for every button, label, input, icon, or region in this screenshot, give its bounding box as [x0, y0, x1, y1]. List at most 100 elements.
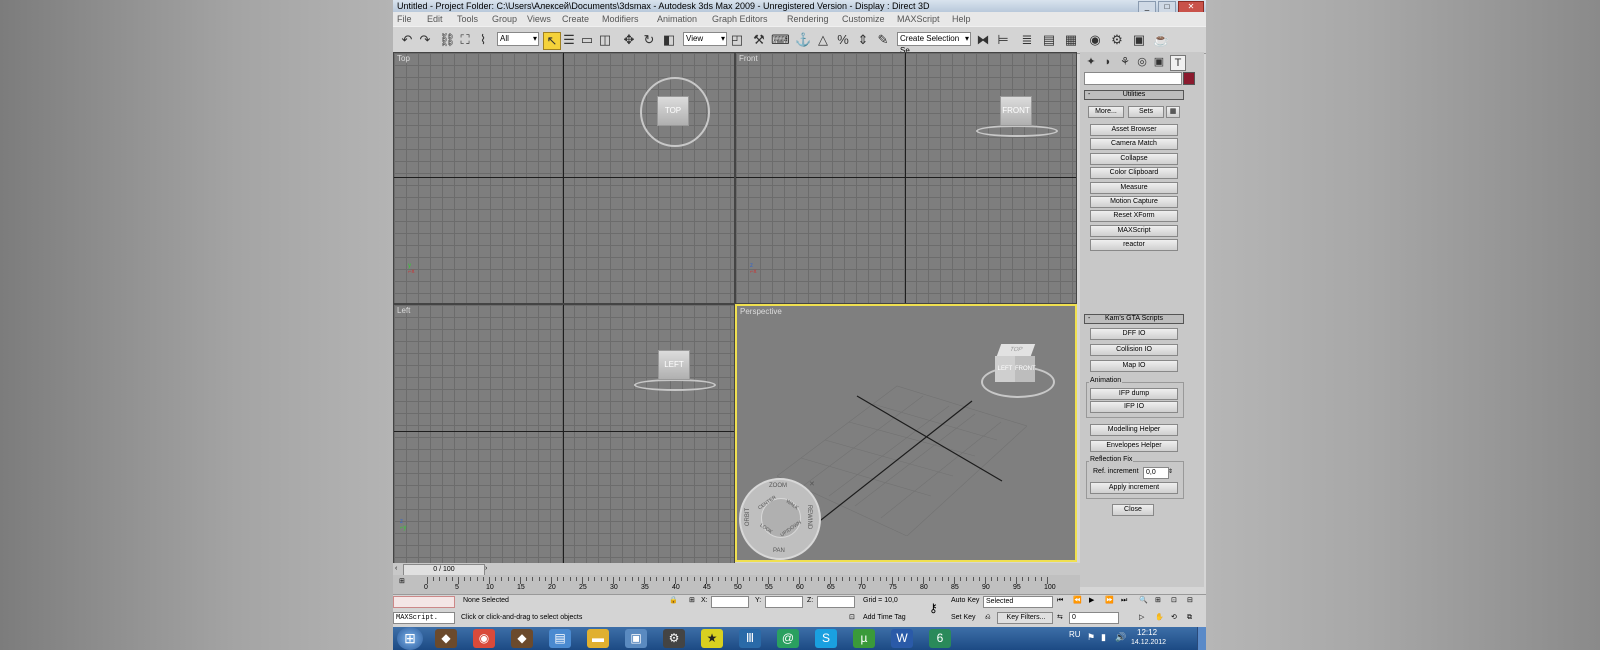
- next-frame-icon[interactable]: ›: [485, 564, 487, 574]
- time-tag-icon[interactable]: ⊡: [849, 613, 855, 623]
- object-color-swatch[interactable]: [1183, 72, 1195, 85]
- utility-button[interactable]: Collision IO: [1090, 344, 1178, 356]
- gta-taskbar-icon[interactable]: ◆: [435, 629, 457, 648]
- selection-filter-select[interactable]: All: [497, 32, 539, 46]
- folder-taskbar-icon[interactable]: ▬: [587, 629, 609, 648]
- clock-date[interactable]: 14.12.2012: [1131, 638, 1166, 648]
- configure-sets-icon[interactable]: ▦: [1166, 106, 1180, 118]
- mirror-icon[interactable]: ⧓: [975, 32, 991, 48]
- key-mode-select[interactable]: Selected: [983, 596, 1053, 608]
- menu-item[interactable]: Group: [492, 12, 517, 26]
- select-manipulate-icon[interactable]: ⚒: [751, 32, 767, 48]
- wheel-pan[interactable]: PAN: [773, 548, 785, 554]
- select-object-icon[interactable]: ↖: [543, 32, 561, 50]
- y-coordinate-input[interactable]: [765, 596, 803, 608]
- zoom-extents-all-icon[interactable]: ⊟: [1187, 596, 1193, 606]
- prev-frame-icon[interactable]: ‹: [395, 564, 397, 574]
- gta-rollout-header[interactable]: Kam's GTA Scripts: [1084, 314, 1184, 324]
- hierarchy-tab-icon[interactable]: ⚘: [1118, 55, 1132, 69]
- zoom-icon[interactable]: 🔍: [1139, 596, 1148, 606]
- menu-item[interactable]: Edit: [427, 12, 443, 26]
- z-coordinate-input[interactable]: [817, 596, 855, 608]
- menu-item[interactable]: Create: [562, 12, 589, 26]
- next-frame-button-icon[interactable]: ⏩: [1105, 596, 1114, 606]
- utilities-tab-icon[interactable]: T: [1170, 55, 1186, 71]
- auto-key-button[interactable]: Auto Key: [951, 596, 979, 606]
- utility-button[interactable]: Asset Browser: [1090, 124, 1178, 136]
- current-frame-input[interactable]: 0: [1069, 612, 1119, 624]
- show-desktop-button[interactable]: [1197, 627, 1206, 650]
- set-key-button[interactable]: Set Key: [951, 613, 976, 623]
- utility-button[interactable]: Modelling Helper: [1090, 424, 1178, 436]
- angle-snap-icon[interactable]: △: [815, 32, 831, 48]
- viewcube[interactable]: TOP: [657, 96, 689, 126]
- viewport-front[interactable]: Front FRONT z ⌐x: [735, 52, 1077, 304]
- reference-coordinate-select[interactable]: View: [683, 32, 727, 46]
- quick-render-icon[interactable]: ☕: [1153, 32, 1169, 48]
- word-taskbar-icon[interactable]: W: [891, 629, 913, 648]
- zoom-all-icon[interactable]: ⊞: [1155, 596, 1161, 606]
- tray-volume-icon[interactable]: 🔊: [1115, 632, 1126, 642]
- language-indicator[interactable]: RU: [1069, 630, 1081, 640]
- tray-flag-icon[interactable]: ⚑: [1087, 632, 1095, 642]
- render-setup-icon[interactable]: ⚙: [1109, 32, 1125, 48]
- add-time-tag[interactable]: Add Time Tag: [863, 613, 906, 623]
- go-to-start-icon[interactable]: ⏮: [1057, 596, 1063, 606]
- viewcube[interactable]: LEFT: [658, 350, 690, 380]
- move-icon[interactable]: ✥: [621, 32, 637, 48]
- pivot-center-icon[interactable]: ◰: [729, 32, 745, 48]
- previous-frame-icon[interactable]: ⏪: [1073, 596, 1082, 606]
- utility-button[interactable]: reactor: [1090, 239, 1178, 252]
- 3dsmax-taskbar-icon[interactable]: ▤: [549, 629, 571, 648]
- layer-manager-icon[interactable]: ≣: [1019, 32, 1035, 48]
- wheel-zoom[interactable]: ZOOM: [769, 483, 787, 489]
- close-button[interactable]: Close: [1112, 504, 1154, 516]
- viewcube[interactable]: TOP LEFT FRONT: [993, 344, 1037, 384]
- maxscript-listener[interactable]: MAXScript.: [393, 612, 455, 624]
- rotate-icon[interactable]: ↻: [641, 32, 657, 48]
- viewcube-ring[interactable]: [634, 379, 716, 391]
- maxscript-listener-top[interactable]: [393, 596, 455, 608]
- menu-item[interactable]: Tools: [457, 12, 478, 26]
- wheel-orbit[interactable]: ORBIT: [745, 508, 751, 526]
- material-editor-icon[interactable]: ◉: [1087, 32, 1103, 48]
- viewcube-ring[interactable]: [976, 125, 1058, 137]
- gta-sa-taskbar-icon[interactable]: ◆: [511, 629, 533, 648]
- unlink-icon[interactable]: ⛶: [457, 32, 473, 48]
- pan-view-icon[interactable]: ✋: [1155, 613, 1164, 623]
- utility-button[interactable]: Measure: [1090, 181, 1178, 194]
- window-crossing-icon[interactable]: ◫: [597, 32, 613, 48]
- app-taskbar-icon[interactable]: ★: [701, 629, 723, 648]
- utility-button[interactable]: IFP dump: [1090, 388, 1178, 400]
- modify-tab-icon[interactable]: ◗: [1101, 55, 1115, 69]
- bind-space-warp-icon[interactable]: ⌇: [475, 32, 491, 48]
- sets-button[interactable]: Sets: [1128, 106, 1164, 118]
- utilities-rollout-header[interactable]: Utilities: [1084, 90, 1184, 100]
- create-tab-icon[interactable]: ✦: [1084, 55, 1098, 69]
- utility-button[interactable]: Reset XForm: [1090, 210, 1178, 223]
- object-name-field[interactable]: [1084, 72, 1182, 85]
- menu-item[interactable]: Customize: [842, 12, 885, 26]
- play-icon[interactable]: ▶: [1089, 596, 1094, 606]
- viewcube[interactable]: FRONT: [1000, 96, 1032, 126]
- motion-tab-icon[interactable]: ◎: [1135, 55, 1149, 69]
- named-selection-input[interactable]: Create Selection Se: [897, 32, 971, 55]
- menu-item[interactable]: Animation: [657, 12, 697, 26]
- scale-icon[interactable]: ◧: [661, 32, 677, 48]
- viewport-perspective[interactable]: Perspective TOP LEFT FRONT ZOOM PAN ORBI…: [735, 304, 1077, 562]
- menu-item[interactable]: Graph Editors: [712, 12, 768, 26]
- rectangular-selection-icon[interactable]: ▭: [579, 32, 595, 48]
- maximize-viewport-icon[interactable]: ⧉: [1187, 613, 1192, 623]
- utility-button[interactable]: DFF IO: [1090, 328, 1178, 340]
- more-button[interactable]: More...: [1088, 106, 1124, 118]
- ref-increment-input[interactable]: 0,0: [1143, 467, 1169, 479]
- menu-item[interactable]: Views: [527, 12, 551, 26]
- window-taskbar-icon[interactable]: ▣: [625, 629, 647, 648]
- link-icon[interactable]: ⛓: [439, 32, 456, 48]
- key-filters-button[interactable]: Key Filters...: [997, 612, 1053, 624]
- percent-snap-icon[interactable]: %: [835, 32, 851, 48]
- utility-button[interactable]: Color Clipboard: [1090, 167, 1178, 180]
- 3dsmax-active-taskbar-icon[interactable]: 6: [929, 629, 951, 648]
- spinner-icon[interactable]: ⇕: [1168, 467, 1173, 477]
- menu-item[interactable]: Help: [952, 12, 971, 26]
